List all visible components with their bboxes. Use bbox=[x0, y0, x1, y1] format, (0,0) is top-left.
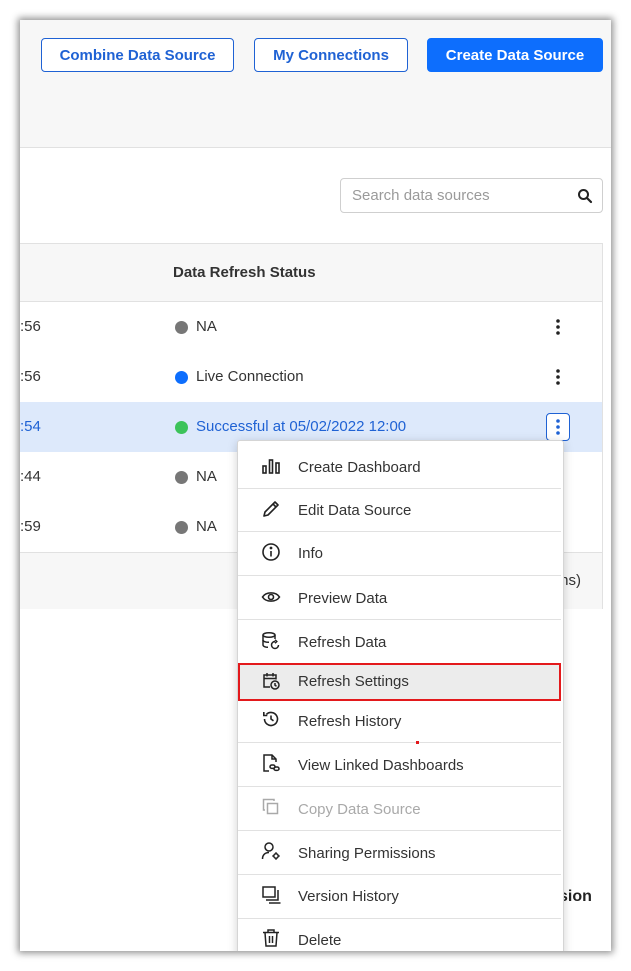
menu-item-label: Create Dashboard bbox=[298, 459, 421, 476]
create-data-source-button[interactable]: Create Data Source bbox=[427, 38, 603, 72]
trash-icon bbox=[261, 928, 281, 948]
modified-time-cell: :44 bbox=[20, 468, 41, 485]
kebab-menu-icon bbox=[556, 319, 560, 335]
menu-item-label: Version History bbox=[298, 888, 399, 905]
menu-item-delete[interactable]: Delete bbox=[238, 919, 561, 951]
refresh-status-text: NA bbox=[196, 518, 217, 535]
status-dot bbox=[175, 321, 188, 334]
menu-item-edit-data-source[interactable]: Edit Data Source bbox=[238, 489, 561, 531]
toolbar: Combine Data Source My Connections Creat… bbox=[20, 20, 611, 148]
menu-item-refresh-history[interactable]: Refresh History bbox=[238, 701, 561, 742]
info-icon bbox=[261, 542, 281, 562]
refresh-status-text: NA bbox=[196, 468, 217, 485]
status-dot bbox=[175, 371, 188, 384]
menu-item-label: Preview Data bbox=[298, 590, 388, 607]
menu-item-label: Refresh Settings bbox=[298, 673, 409, 690]
my-connections-button[interactable]: My Connections bbox=[254, 38, 408, 72]
column-header-status: Data Refresh Status bbox=[173, 264, 316, 281]
menu-item-preview-data[interactable]: Preview Data bbox=[238, 576, 561, 619]
database-refresh-icon bbox=[261, 631, 281, 651]
calendar-clock-icon bbox=[261, 671, 281, 691]
refresh-status-text: Live Connection bbox=[196, 368, 304, 385]
menu-item-label: Refresh Data bbox=[298, 634, 387, 651]
search-box bbox=[340, 178, 603, 213]
kebab-menu-icon bbox=[556, 419, 560, 435]
refresh-status-text: NA bbox=[196, 318, 217, 335]
menu-item-label: Refresh History bbox=[298, 713, 402, 730]
menu-item-refresh-data[interactable]: Refresh Data bbox=[238, 620, 561, 663]
menu-item-copy-data-source[interactable]: Copy Data Source bbox=[238, 787, 561, 830]
menu-item-label: Info bbox=[298, 545, 324, 562]
menu-item-label: Delete bbox=[298, 932, 342, 949]
menu-item-view-linked-dashboards[interactable]: View Linked Dashboards bbox=[238, 743, 561, 786]
linked-file-icon bbox=[261, 753, 281, 773]
cursor-marker bbox=[416, 741, 419, 744]
pencil-icon bbox=[261, 499, 281, 519]
status-dot bbox=[175, 421, 188, 434]
context-menu: Create Dashboard Edit Data Source Info P… bbox=[237, 440, 564, 951]
menu-item-version-history[interactable]: Version History bbox=[238, 875, 561, 918]
status-dot bbox=[175, 471, 188, 484]
row-actions-button[interactable] bbox=[546, 363, 570, 391]
menu-item-info[interactable]: Info bbox=[238, 532, 561, 575]
menu-item-create-dashboard[interactable]: Create Dashboard bbox=[238, 445, 561, 488]
user-gear-icon bbox=[261, 841, 281, 861]
table-header: Data Refresh Status bbox=[20, 244, 602, 302]
modified-time-cell: :54 bbox=[20, 418, 41, 435]
menu-item-refresh-settings[interactable]: Refresh Settings bbox=[238, 663, 561, 701]
search-icon[interactable] bbox=[577, 188, 593, 204]
menu-item-label: View Linked Dashboards bbox=[298, 757, 464, 774]
modified-time-cell: :59 bbox=[20, 518, 41, 535]
modified-time-cell: :56 bbox=[20, 368, 41, 385]
layers-icon bbox=[261, 885, 281, 905]
copy-icon bbox=[261, 797, 281, 817]
history-icon bbox=[261, 709, 281, 729]
table-row[interactable]: :56 Live Connection bbox=[20, 352, 602, 402]
table-row[interactable]: :56 NA bbox=[20, 302, 602, 352]
kebab-menu-icon bbox=[556, 369, 560, 385]
menu-item-label: Edit Data Source bbox=[298, 502, 412, 519]
menu-item-label: Copy Data Source bbox=[298, 801, 421, 818]
row-actions-button[interactable] bbox=[546, 313, 570, 341]
menu-item-sharing-permissions[interactable]: Sharing Permissions bbox=[238, 831, 561, 874]
combine-data-source-button[interactable]: Combine Data Source bbox=[41, 38, 234, 72]
status-dot bbox=[175, 521, 188, 534]
eye-icon bbox=[261, 587, 281, 607]
menu-item-label: Sharing Permissions bbox=[298, 845, 436, 862]
search-input[interactable] bbox=[341, 179, 569, 212]
row-actions-button[interactable] bbox=[546, 413, 570, 441]
bar-chart-icon bbox=[261, 456, 281, 476]
app-window: Combine Data Source My Connections Creat… bbox=[20, 20, 611, 951]
modified-time-cell: :56 bbox=[20, 318, 41, 335]
